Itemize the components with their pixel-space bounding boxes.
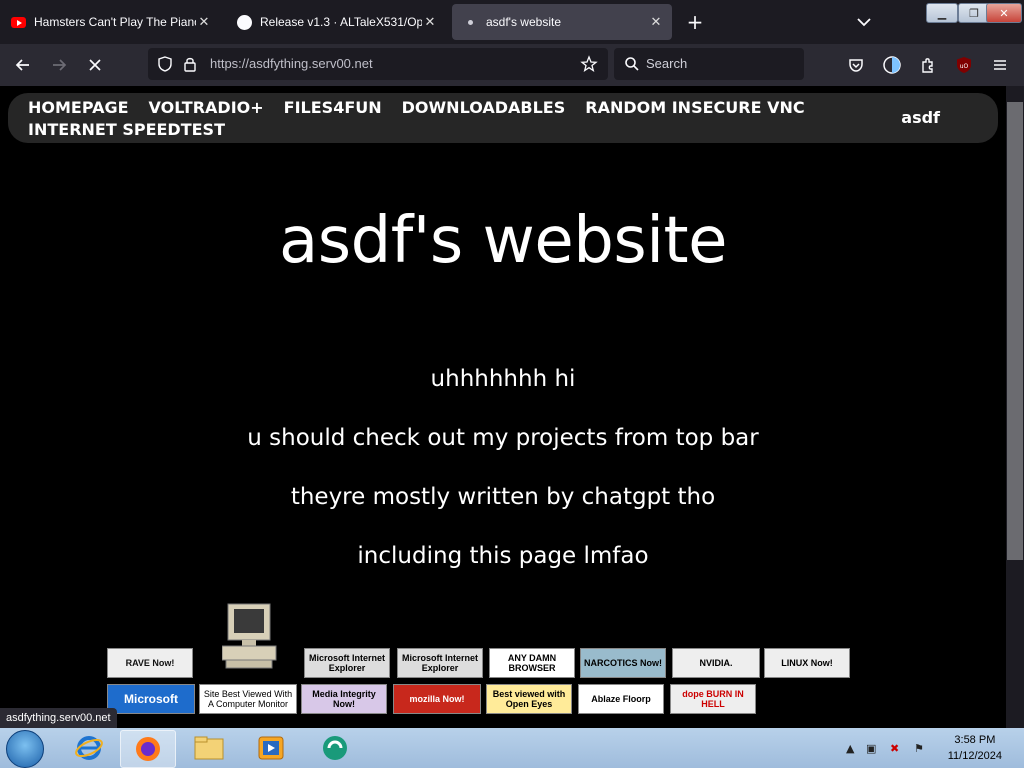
nav-link-downloadables[interactable]: DOWNLOADABLES bbox=[402, 97, 566, 119]
file-explorer-icon[interactable] bbox=[182, 730, 236, 766]
firefox-icon[interactable] bbox=[120, 730, 176, 768]
intro-text: u should check out my projects from top … bbox=[247, 425, 759, 451]
app-round-icon[interactable] bbox=[308, 730, 362, 766]
volume-muted-icon[interactable]: ✖ bbox=[890, 742, 899, 755]
media-player-icon[interactable] bbox=[244, 730, 298, 766]
close-icon[interactable]: ✕ bbox=[648, 14, 664, 30]
intro-text: uhhhhhhh hi bbox=[430, 366, 576, 392]
clock-date: 11/12/2024 bbox=[947, 750, 1002, 762]
navigation-toolbar: https://asdfything.serv00.net Search uO bbox=[0, 44, 1024, 86]
window-close-button[interactable]: ✕ bbox=[986, 3, 1022, 23]
badge-rave-now[interactable]: RAVE Now! bbox=[107, 648, 193, 678]
nav-link-files4fun[interactable]: FILES4FUN bbox=[284, 97, 382, 119]
tab-title: Release v1.3 · ALTaleX531/OpenG bbox=[260, 15, 422, 29]
lock-icon[interactable] bbox=[182, 55, 198, 77]
ublock-origin-icon[interactable]: uO bbox=[951, 52, 977, 78]
loading-dot-icon bbox=[462, 14, 478, 30]
badge-nvidia[interactable]: NVIDIA. bbox=[672, 648, 760, 678]
show-hidden-icons[interactable]: ▲ bbox=[846, 742, 854, 755]
pocket-icon[interactable] bbox=[843, 52, 869, 78]
search-placeholder: Search bbox=[646, 56, 688, 71]
site-nav-bar: HOMEPAGE VOLTRADIO+ FILES4FUN DOWNLOADABLES… bbox=[8, 93, 998, 143]
forward-button[interactable] bbox=[46, 52, 72, 78]
system-clock[interactable]: 3:58 PM 11/12/2024 bbox=[948, 732, 1002, 764]
github-icon bbox=[236, 14, 252, 30]
site-nav-links: HOMEPAGE VOLTRADIO+ FILES4FUN DOWNLOADABLES… bbox=[28, 97, 888, 141]
new-tab-button[interactable]: + bbox=[684, 11, 706, 33]
chevron-down-icon[interactable] bbox=[854, 12, 874, 32]
web-content: HOMEPAGE VOLTRADIO+ FILES4FUN DOWNLOADABLES… bbox=[0, 86, 1006, 728]
tab-title: Hamsters Can't Play The Piano bbox=[34, 15, 196, 29]
badge-mozilla-now[interactable]: mozilla Now! bbox=[393, 684, 481, 714]
intro-text: theyre mostly written by chatgpt tho bbox=[290, 484, 716, 510]
nav-link-voltradio[interactable]: VOLTRADIO+ bbox=[149, 97, 264, 119]
tab-asdf-website[interactable]: asdf's website ✕ bbox=[452, 4, 672, 40]
page-scrollbar-thumb[interactable] bbox=[1007, 102, 1023, 560]
close-icon[interactable]: ✕ bbox=[196, 14, 212, 30]
link-status-bar: asdfything.serv00.net bbox=[0, 708, 117, 728]
svg-text:uO: uO bbox=[960, 63, 969, 70]
youtube-icon bbox=[10, 14, 26, 30]
page-title: asdf's website bbox=[279, 204, 727, 278]
minimize-button[interactable]: ▁ bbox=[926, 3, 958, 23]
close-icon[interactable]: ✕ bbox=[422, 14, 438, 30]
shield-icon[interactable] bbox=[156, 55, 174, 77]
taskbar: ▲ ▣ ✖ ⚑ 3:58 PM 11/12/2024 bbox=[0, 728, 1024, 768]
address-bar[interactable]: https://asdfything.serv00.net bbox=[148, 48, 608, 80]
badge-ablaze-floorp[interactable]: Ablaze Floorp bbox=[578, 684, 664, 714]
nav-link-internet-speedtest[interactable]: INTERNET SPEEDTEST bbox=[28, 119, 225, 141]
tab-github[interactable]: Release v1.3 · ALTaleX531/OpenG ✕ bbox=[226, 4, 446, 40]
search-icon bbox=[624, 56, 640, 76]
extensions-icon[interactable] bbox=[915, 52, 941, 78]
network-icon[interactable]: ▣ bbox=[866, 742, 876, 755]
badge-internet-explorer[interactable]: Microsoft Internet Explorer bbox=[304, 648, 390, 678]
start-button[interactable] bbox=[6, 730, 44, 768]
tab-title: asdf's website bbox=[486, 15, 561, 29]
bookmark-star-icon[interactable] bbox=[580, 55, 598, 77]
nav-link-random-insecure-vnc[interactable]: RANDOM INSECURE VNC bbox=[585, 97, 804, 119]
action-center-flag-icon[interactable]: ⚑ bbox=[914, 742, 924, 755]
badge-best-viewed-open-eyes[interactable]: Best viewed with Open Eyes bbox=[486, 684, 572, 714]
badge-media-integrity-now[interactable]: Media Integrity Now! bbox=[301, 684, 387, 714]
back-button[interactable] bbox=[10, 52, 36, 78]
site-brand[interactable]: asdf bbox=[901, 108, 940, 127]
badge-linux-now[interactable]: LINUX Now! bbox=[764, 648, 850, 678]
tab-strip: Hamsters Can't Play The Piano ✕ Release … bbox=[0, 0, 1024, 44]
clock-time: 3:58 PM bbox=[954, 734, 996, 746]
tab-youtube[interactable]: Hamsters Can't Play The Piano ✕ bbox=[0, 4, 220, 40]
nav-link-homepage[interactable]: HOMEPAGE bbox=[28, 97, 129, 119]
badge-internet-explorer[interactable]: Microsoft Internet Explorer bbox=[397, 648, 483, 678]
badge-any-damn-browser[interactable]: ANY DAMN BROWSER bbox=[489, 648, 575, 678]
badge-best-viewed-computer-monitor[interactable]: Site Best Viewed With A Computer Monitor bbox=[199, 684, 297, 714]
menu-hamburger-icon[interactable] bbox=[987, 52, 1013, 78]
badge-narcotics-now[interactable]: NARCOTICS Now! bbox=[580, 648, 666, 678]
url-text[interactable]: https://asdfything.serv00.net bbox=[210, 56, 373, 71]
retro-computer-image bbox=[221, 602, 280, 676]
stop-loading-button[interactable] bbox=[82, 52, 108, 78]
internet-explorer-icon[interactable] bbox=[62, 730, 116, 766]
badge-microsoft[interactable]: Microsoft bbox=[107, 684, 195, 714]
search-box[interactable]: Search bbox=[614, 48, 804, 80]
badge-dope-burn-in-hell[interactable]: dope BURN IN HELL bbox=[670, 684, 756, 714]
intro-text: including this page lmfao bbox=[357, 543, 649, 569]
account-icon[interactable] bbox=[879, 52, 905, 78]
